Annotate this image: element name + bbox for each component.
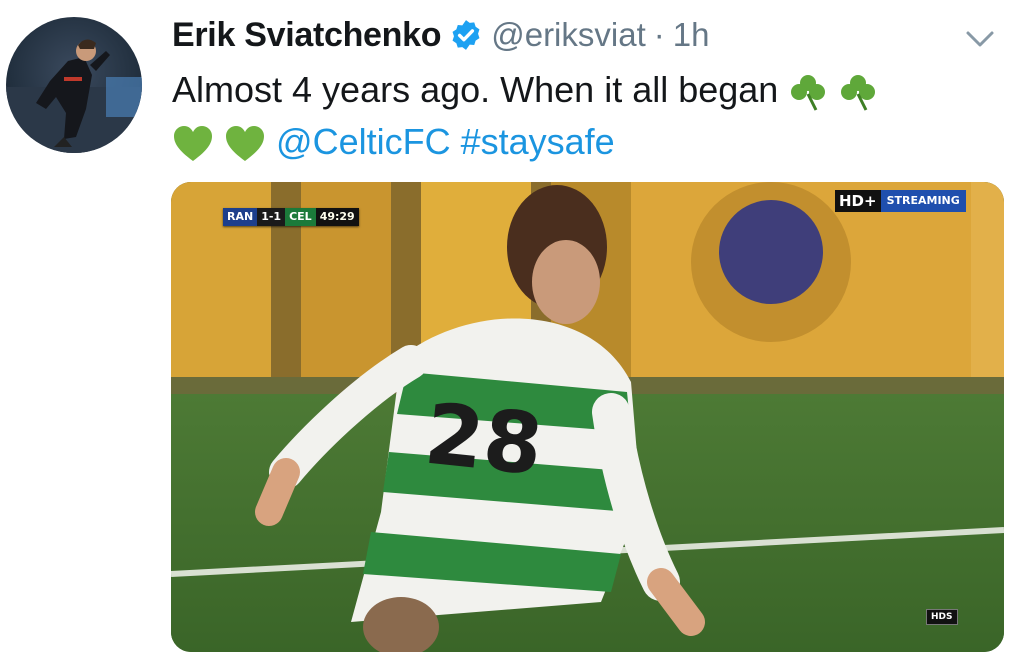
scorebug-clock: 49:29 [315,208,359,226]
scorebug-home: RAN [223,208,258,226]
hd-label: HD+ [835,190,881,212]
scorebug-away: CEL [285,208,316,226]
scorebug: RAN 1-1 CEL 49:29 [223,208,359,226]
verified-badge-icon [452,20,480,50]
shirt-number: 28 [420,385,547,495]
avatar-photo [6,39,142,153]
shirt-number-text: 28 [420,385,547,495]
shamrock-icon [791,75,826,112]
chevron-down-icon[interactable] [962,20,998,56]
green-heart-icon [226,126,265,162]
avatar[interactable] [6,17,142,153]
hashtag-link[interactable]: #staysafe [461,121,615,162]
tweet-text-line1: Almost 4 years ago. When it all began [172,64,1002,116]
corner-logo: HDS [926,609,958,625]
hd-streaming-badge: HD+ STREAMING [835,190,966,212]
tweet-text: Almost 4 years ago. When it all began @C… [172,64,1002,168]
streaming-label: STREAMING [880,190,966,212]
scorebug-score: 1-1 [257,208,286,226]
mention-link[interactable]: @CelticFC [276,121,451,162]
green-heart-icon [174,126,212,162]
tweet-header: Erik Sviatchenko @eriksviat · 1h [172,10,709,60]
display-name[interactable]: Erik Sviatchenko [172,16,442,55]
media-video[interactable]: 28 RAN 1-1 CEL 49:29 HD+ STREAMING HDS [171,182,1004,652]
shamrock-icon [841,75,876,112]
tweet-body: Almost 4 years ago. When it all began [172,69,779,110]
handle[interactable]: @eriksviat [491,16,646,54]
timestamp[interactable]: 1h [673,16,710,54]
separator: · [653,16,665,53]
tweet-text-line2: @CelticFC #staysafe [172,116,1002,168]
